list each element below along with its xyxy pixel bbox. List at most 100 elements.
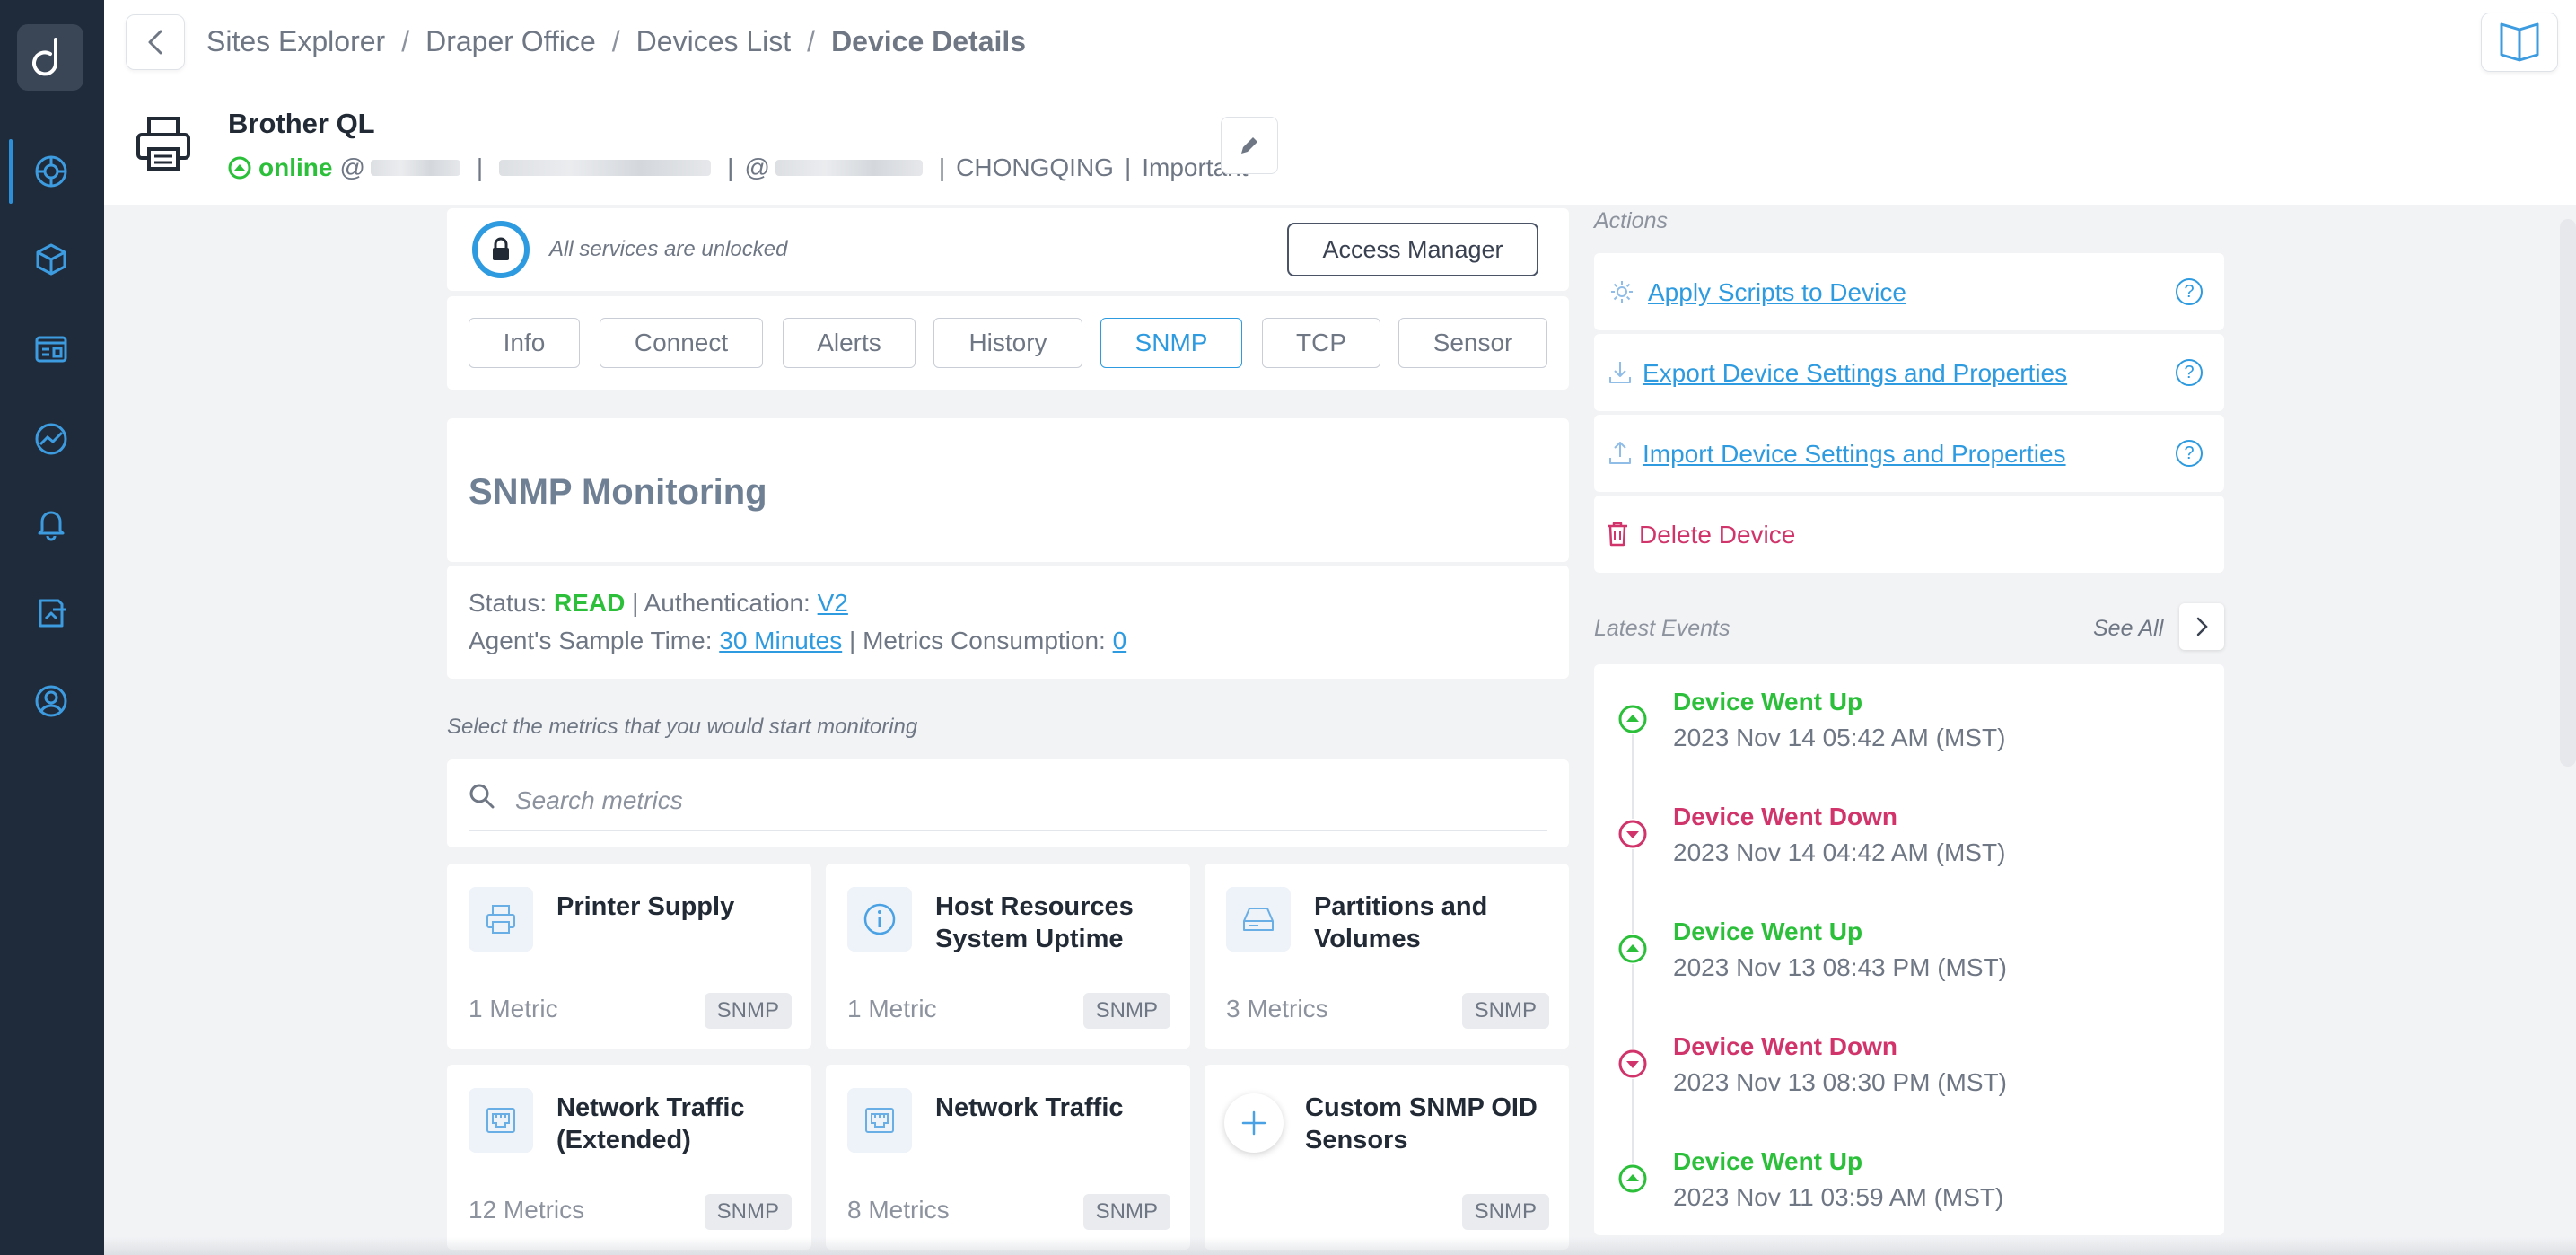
- breadcrumb-current: Device Details: [831, 25, 1027, 57]
- arrow-up-circle-icon: [1617, 934, 1648, 964]
- metric-count: 3 Metrics: [1226, 995, 1328, 1022]
- lock-status-text: All services are unlocked: [549, 237, 788, 261]
- metric-card-host-uptime[interactable]: Host Resources System Uptime 1 Metric SN…: [826, 864, 1190, 1049]
- action-import-settings: Import Device Settings and Properties ?: [1594, 415, 2224, 492]
- metric-count: 8 Metrics: [847, 1196, 950, 1224]
- nav-account-icon[interactable]: [31, 680, 72, 722]
- arrow-up-circle-icon: [1617, 704, 1648, 734]
- event-title: Device Went Down: [1673, 1032, 1897, 1060]
- event-title: Device Went Up: [1673, 1147, 1863, 1175]
- tab-alerts[interactable]: Alerts: [783, 318, 916, 368]
- delete-device-label: Delete Device: [1639, 521, 1796, 549]
- see-all-button[interactable]: [2179, 603, 2224, 650]
- access-manager-button[interactable]: Access Manager: [1287, 223, 1538, 276]
- metrics-consumption-link[interactable]: 0: [1113, 627, 1127, 654]
- gear-icon: [1608, 278, 1635, 310]
- metric-badge: SNMP: [704, 993, 792, 1029]
- section-title: SNMP Monitoring: [469, 472, 767, 512]
- actions-label: Actions: [1594, 208, 1668, 233]
- bottom-fade: [104, 1237, 2576, 1255]
- export-settings-link[interactable]: Export Device Settings and Properties: [1643, 359, 2067, 388]
- see-all-link[interactable]: See All: [2093, 616, 2163, 642]
- search-icon: [469, 783, 495, 814]
- metric-count: 12 Metrics: [469, 1196, 585, 1224]
- nav-sites-icon[interactable]: [31, 151, 72, 192]
- device-printer-icon: [135, 115, 192, 177]
- action-apply-scripts: Apply Scripts to Device ?: [1594, 253, 2224, 330]
- action-delete-device[interactable]: Delete Device: [1594, 496, 2224, 573]
- arrow-up-circle-icon: [1617, 1163, 1648, 1194]
- sample-time-link[interactable]: 30 Minutes: [719, 627, 842, 654]
- lock-icon: [472, 221, 530, 278]
- breadcrumb-draper-office[interactable]: Draper Office: [425, 25, 596, 57]
- nav-dashboard-icon[interactable]: [31, 329, 72, 370]
- redacted-mac: [499, 160, 712, 176]
- metric-card-network-traffic-extended[interactable]: Network Traffic (Extended) 12 Metrics SN…: [447, 1065, 811, 1250]
- breadcrumb: Sites Explorer / Draper Office / Devices Lis…: [206, 25, 1027, 57]
- metric-title: Host Resources System Uptime: [935, 892, 1134, 953]
- metric-title: Partitions and Volumes: [1314, 892, 1488, 953]
- metric-title: Custom SNMP OID Sensors: [1305, 1093, 1538, 1154]
- nav-monitoring-icon[interactable]: [31, 418, 72, 460]
- device-name: Brother QL: [228, 108, 375, 139]
- edit-device-button[interactable]: [1221, 117, 1278, 174]
- tab-sensor[interactable]: Sensor: [1398, 318, 1547, 368]
- metric-count: 1 Metric: [469, 995, 558, 1022]
- metric-card-network-traffic[interactable]: Network Traffic 8 Metrics SNMP: [826, 1065, 1190, 1250]
- arrow-down-circle-icon: [1617, 1049, 1648, 1079]
- book-icon: [2500, 22, 2539, 62]
- authentication-link[interactable]: V2: [818, 589, 848, 617]
- metric-card-printer-supply[interactable]: Printer Supply 1 Metric SNMP: [447, 864, 811, 1049]
- events-timeline: Device Went Up 2023 Nov 14 05:42 AM (MST…: [1594, 664, 2224, 1235]
- info-icon: [847, 887, 912, 952]
- metric-card-partitions[interactable]: Partitions and Volumes 3 Metrics SNMP: [1205, 864, 1569, 1049]
- app-logo[interactable]: [17, 24, 83, 91]
- event-item: Device Went Down 2023 Nov 13 08:30 PM (M…: [1594, 1009, 2224, 1108]
- event-title: Device Went Down: [1673, 803, 1897, 830]
- apply-scripts-link[interactable]: Apply Scripts to Device: [1648, 278, 1906, 307]
- metric-card-custom-oid[interactable]: Custom SNMP OID Sensors SNMP: [1205, 1065, 1569, 1250]
- status-online: online: [258, 154, 333, 181]
- status-up-icon: [228, 156, 251, 180]
- nav-alerts-bell-icon[interactable]: [31, 503, 72, 544]
- tab-tcp[interactable]: TCP: [1262, 318, 1380, 368]
- nav-reports-icon[interactable]: [31, 592, 72, 634]
- tab-snmp[interactable]: SNMP: [1100, 318, 1242, 368]
- tab-history[interactable]: History: [933, 318, 1082, 368]
- nav-devices-icon[interactable]: [31, 239, 72, 280]
- snmp-status-value: READ: [553, 589, 626, 617]
- breadcrumb-devices-list[interactable]: Devices List: [636, 25, 792, 57]
- event-time: 2023 Nov 14 05:42 AM (MST): [1673, 724, 2006, 751]
- event-item: Device Went Up 2023 Nov 11 03:59 AM (MST…: [1594, 1124, 2224, 1223]
- page-scrollbar[interactable]: [2560, 219, 2576, 767]
- help-icon[interactable]: ?: [2176, 278, 2203, 305]
- latest-events-label: Latest Events: [1594, 616, 1730, 641]
- action-export-settings: Export Device Settings and Properties ?: [1594, 334, 2224, 411]
- search-underline: [469, 830, 1547, 831]
- chevron-right-icon: [2196, 617, 2208, 636]
- help-icon[interactable]: ?: [2176, 440, 2203, 467]
- redacted-ip: [370, 160, 460, 176]
- tab-connect[interactable]: Connect: [600, 318, 763, 368]
- metric-badge: SNMP: [1082, 1194, 1170, 1230]
- documentation-button[interactable]: [2481, 13, 2558, 72]
- import-settings-link[interactable]: Import Device Settings and Properties: [1643, 440, 2066, 469]
- device-header: Sites Explorer / Draper Office / Devices Lis…: [104, 0, 2576, 205]
- tab-info[interactable]: Info: [469, 318, 580, 368]
- ethernet-port-icon: [847, 1088, 912, 1153]
- snmp-sample-line: Agent's Sample Time: 30 Minutes | Metric…: [469, 627, 1127, 654]
- pencil-icon: [1241, 137, 1257, 154]
- nav-active-indicator: [9, 139, 13, 204]
- metric-title: Printer Supply: [556, 892, 735, 921]
- help-icon[interactable]: ?: [2176, 359, 2203, 386]
- back-button[interactable]: [126, 14, 185, 70]
- metric-count: 1 Metric: [847, 995, 937, 1022]
- event-time: 2023 Nov 14 04:42 AM (MST): [1673, 838, 2006, 866]
- event-time: 2023 Nov 11 03:59 AM (MST): [1673, 1183, 2004, 1211]
- chevron-left-icon: [148, 30, 162, 55]
- event-title: Device Went Up: [1673, 917, 1863, 945]
- metric-badge: SNMP: [1461, 1194, 1549, 1230]
- search-metrics-input[interactable]: [515, 779, 1547, 822]
- breadcrumb-sites-explorer[interactable]: Sites Explorer: [206, 25, 385, 57]
- metric-badge: SNMP: [704, 1194, 792, 1230]
